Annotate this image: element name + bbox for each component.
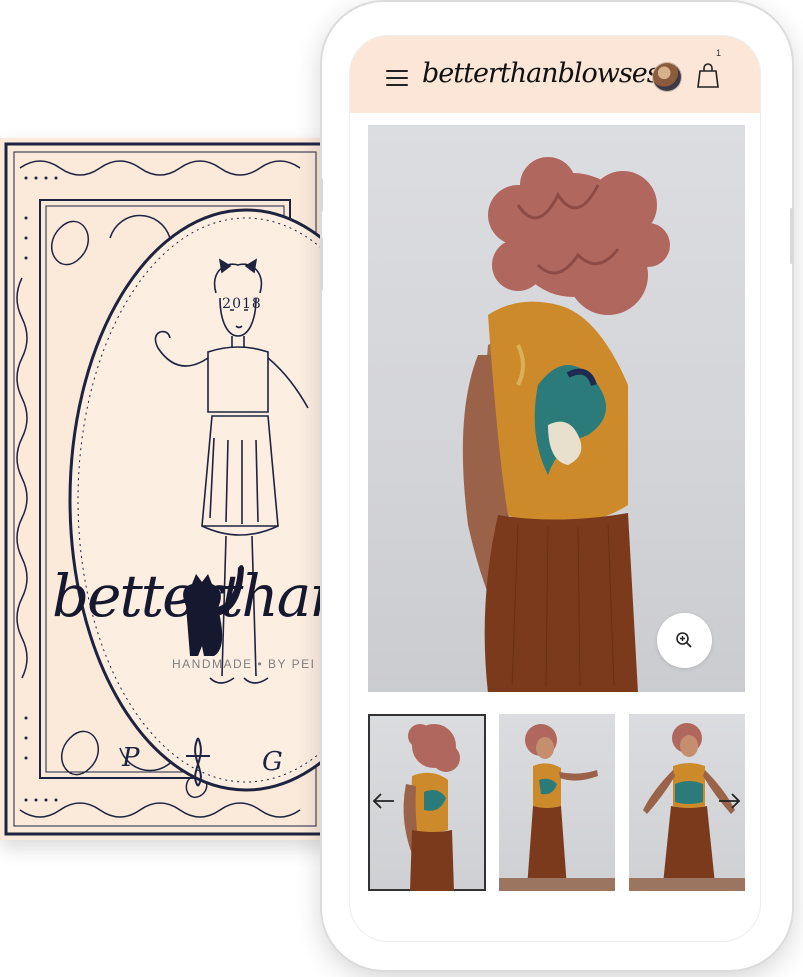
hamburger-icon[interactable]: [386, 70, 408, 86]
cart-count-badge: 1: [716, 48, 722, 58]
zoom-button[interactable]: [657, 613, 712, 668]
phone-volume-down: [320, 238, 323, 290]
model-photo: [462, 157, 670, 692]
account-avatar[interactable]: [653, 63, 681, 91]
phone-side-button: [790, 208, 793, 264]
svg-text:G: G: [262, 747, 283, 777]
thumbnail-photo: [499, 724, 615, 891]
card-year: 2018: [222, 296, 262, 312]
thumbnail-2[interactable]: [499, 714, 615, 891]
ornamental-frame: P G: [4, 142, 330, 836]
thumbnail-3[interactable]: [629, 714, 745, 891]
shopping-bag-icon[interactable]: [697, 61, 719, 89]
product-main-image[interactable]: [368, 125, 745, 692]
arrow-left-icon[interactable]: [372, 792, 396, 810]
card-tagline: HANDMADE • BY PEI: [172, 657, 316, 671]
svg-text:P: P: [121, 743, 140, 773]
thumbnail-1[interactable]: [368, 714, 486, 891]
arrow-right-icon[interactable]: [717, 792, 741, 810]
phone-volume-up: [320, 178, 323, 212]
card-script-title: betterthanblouses: [52, 562, 330, 630]
phone-screen: betterthanblowses 1: [350, 36, 760, 941]
phone-frame: betterthanblowses 1: [320, 2, 793, 970]
thumbnail-strip: [368, 714, 745, 891]
site-header: betterthanblowses 1: [350, 36, 760, 113]
brand-card: P G 2018 betterthanblouses HANDMADE • BY…: [0, 138, 330, 840]
zoom-in-icon: [676, 632, 692, 648]
site-logo[interactable]: betterthanblowses: [422, 58, 661, 89]
